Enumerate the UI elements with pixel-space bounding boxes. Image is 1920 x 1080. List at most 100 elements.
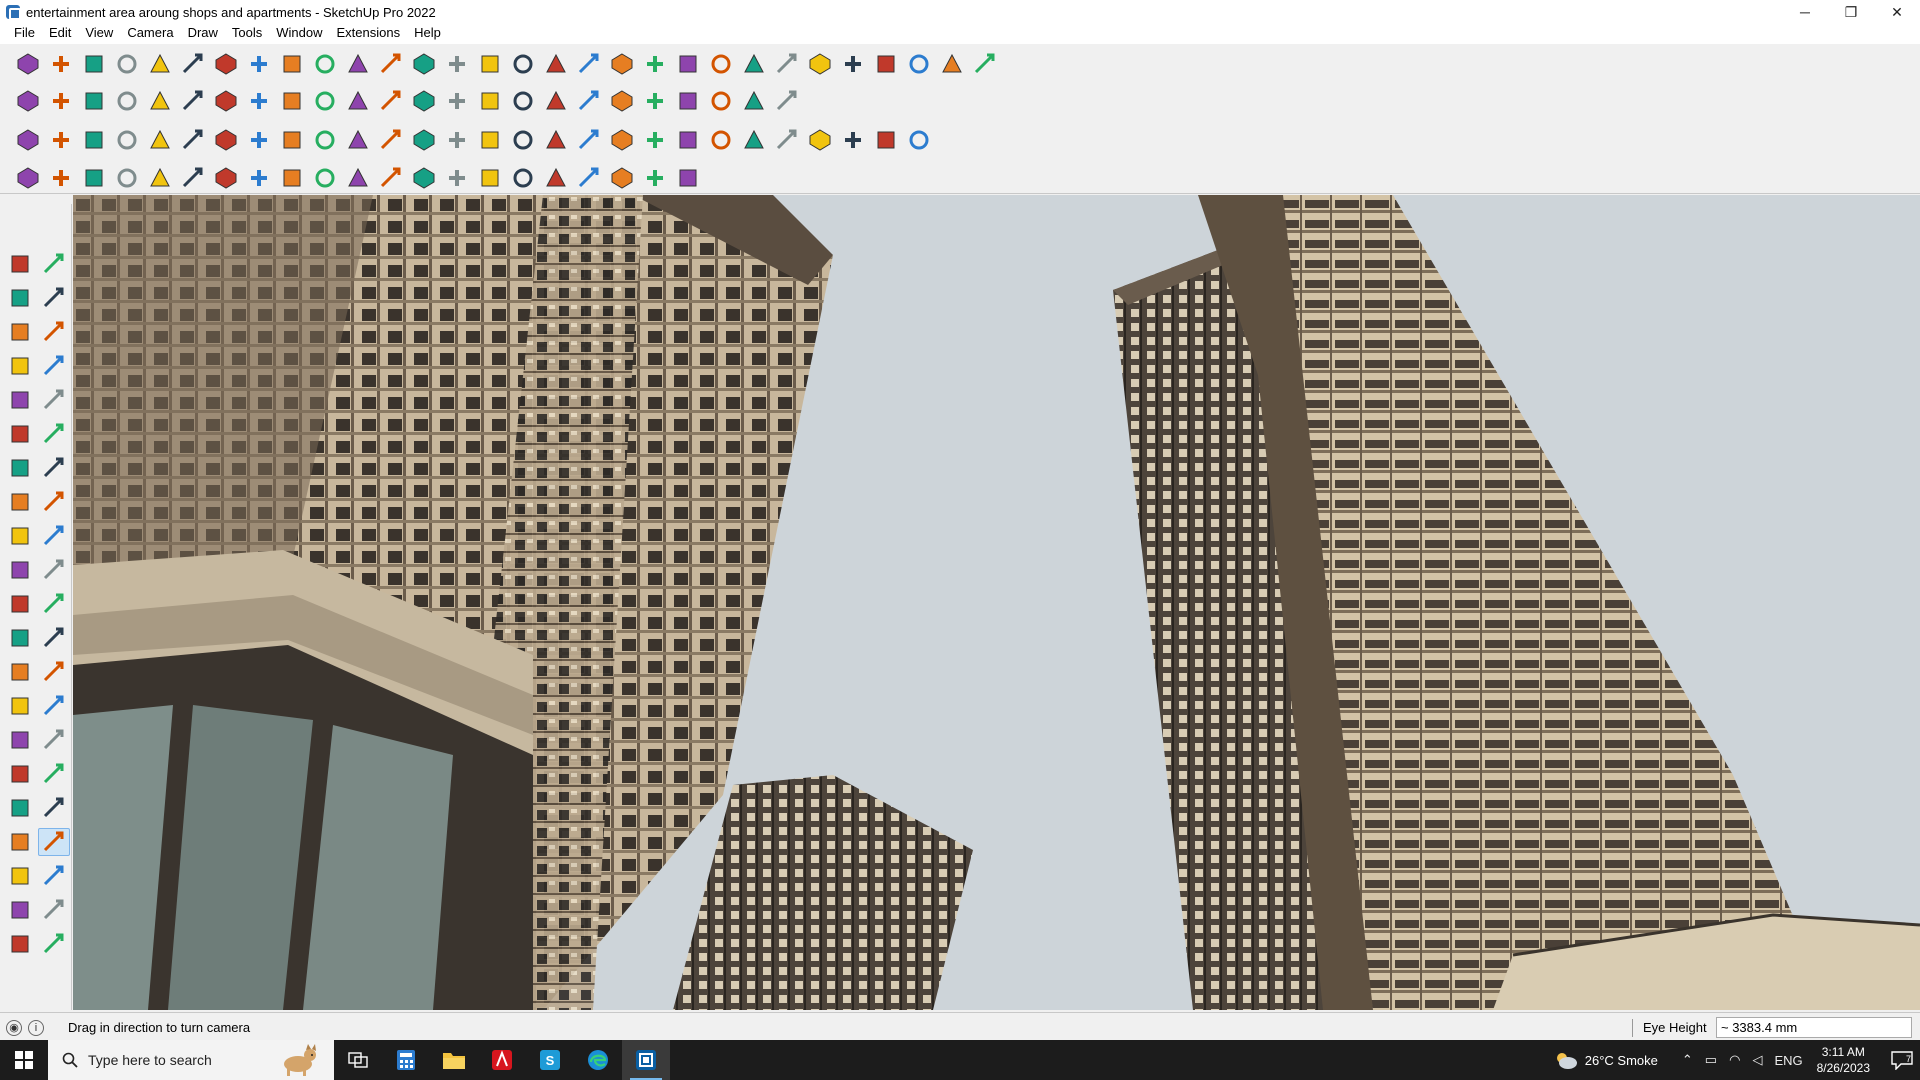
chevron-up-icon[interactable]: ⌃ [1682, 1052, 1693, 1068]
arc3-tool[interactable] [4, 488, 36, 516]
back-view-button[interactable] [146, 87, 174, 115]
layers-tool[interactable] [38, 930, 70, 958]
scale-button[interactable] [344, 50, 372, 78]
measurement-input[interactable]: ~ 3383.4 mm [1716, 1017, 1912, 1038]
zoom-extents-tool[interactable] [4, 794, 36, 822]
rotate-button[interactable] [311, 50, 339, 78]
shape-button[interactable] [179, 50, 207, 78]
globe-button[interactable] [212, 164, 240, 192]
door-button[interactable] [410, 164, 438, 192]
drop-button[interactable] [641, 126, 669, 154]
frame-button[interactable] [311, 126, 339, 154]
sandbox-button[interactable] [245, 87, 273, 115]
fan-button[interactable] [443, 164, 471, 192]
menu-view[interactable]: View [78, 22, 120, 44]
iso-view-button[interactable] [14, 87, 42, 115]
geo-location-icon[interactable]: ◉ [6, 1019, 22, 1036]
follow-me-button[interactable] [245, 50, 273, 78]
panel-button[interactable] [674, 164, 702, 192]
layer-yellow-button[interactable] [80, 126, 108, 154]
section-plane-button[interactable] [608, 50, 636, 78]
line-tool[interactable] [4, 352, 36, 380]
follow-me-tool[interactable] [38, 556, 70, 584]
flag-button[interactable] [839, 50, 867, 78]
send-button[interactable] [971, 50, 999, 78]
line-button[interactable] [113, 50, 141, 78]
taskbar-sketchup[interactable] [622, 1040, 670, 1080]
hatch-button[interactable] [278, 126, 306, 154]
menu-camera[interactable]: Camera [120, 22, 180, 44]
look-around-tool[interactable] [38, 828, 70, 856]
trellis-button[interactable] [575, 164, 603, 192]
fence-button[interactable] [476, 164, 504, 192]
circle-button[interactable] [542, 87, 570, 115]
rectangle-button[interactable] [575, 87, 603, 115]
grill-button[interactable] [509, 164, 537, 192]
scale-tool[interactable] [4, 590, 36, 618]
close-button[interactable]: ✕ [1874, 0, 1920, 24]
section-fill-tool[interactable] [4, 930, 36, 958]
layer-blue-button[interactable] [14, 126, 42, 154]
bridge-button[interactable] [410, 87, 438, 115]
parallelogram-button[interactable] [641, 87, 669, 115]
zoom-button[interactable] [542, 50, 570, 78]
railing-button[interactable] [278, 164, 306, 192]
loop-button[interactable] [674, 126, 702, 154]
component-tool[interactable] [4, 318, 36, 346]
taskbar-calculator[interactable] [382, 1040, 430, 1080]
polygon-button[interactable] [509, 87, 537, 115]
warehouse-button[interactable] [773, 50, 801, 78]
bucket-button[interactable] [80, 164, 108, 192]
info-icon[interactable]: i [28, 1019, 44, 1036]
taskbar-file-explorer[interactable] [430, 1040, 478, 1080]
layers-button[interactable] [674, 50, 702, 78]
notification-center[interactable]: 7 [1884, 1050, 1920, 1070]
tape-measure-tool[interactable] [4, 624, 36, 652]
extension-button[interactable] [806, 50, 834, 78]
paint-bucket-button[interactable] [443, 50, 471, 78]
array-button[interactable] [740, 126, 768, 154]
louvre-button[interactable] [542, 164, 570, 192]
protractor-tool[interactable] [4, 658, 36, 686]
wrench-button[interactable] [377, 126, 405, 154]
arrows-button[interactable] [872, 50, 900, 78]
language-indicator[interactable]: ENG [1774, 1053, 1802, 1068]
beam-button[interactable] [311, 164, 339, 192]
truss-button[interactable] [641, 164, 669, 192]
axes-tool[interactable] [4, 692, 36, 720]
arc-tool[interactable] [4, 454, 36, 482]
zoom-window-button[interactable] [575, 50, 603, 78]
puzzle-button[interactable] [707, 126, 735, 154]
mirror-button[interactable] [773, 126, 801, 154]
weather-widget[interactable]: 26°C Smoke [1553, 1050, 1658, 1070]
menu-extensions[interactable]: Extensions [330, 22, 408, 44]
previous-tool[interactable] [38, 794, 70, 822]
user-account-button[interactable] [740, 50, 768, 78]
text-button[interactable] [410, 50, 438, 78]
dimension-tool[interactable] [38, 624, 70, 652]
model-viewport[interactable] [73, 195, 1920, 1010]
bottom-view-button[interactable] [212, 87, 240, 115]
rotate-tool[interactable] [4, 556, 36, 584]
battery-icon[interactable]: ▭ [1705, 1052, 1717, 1068]
axis-button[interactable] [509, 126, 537, 154]
eraser-tool[interactable] [38, 284, 70, 312]
menu-help[interactable]: Help [407, 22, 448, 44]
select-tool[interactable] [4, 250, 36, 278]
curve-ed-button[interactable] [47, 164, 75, 192]
extend-button[interactable] [773, 87, 801, 115]
polygon-tool[interactable] [38, 420, 70, 448]
shield-button[interactable] [113, 164, 141, 192]
trim-button[interactable] [740, 87, 768, 115]
undo-arc-button[interactable] [212, 126, 240, 154]
pencil-button[interactable] [476, 87, 504, 115]
tag-tool[interactable] [38, 318, 70, 346]
minimize-button[interactable]: ─ [1782, 0, 1828, 24]
menu-file[interactable]: File [7, 22, 42, 44]
move-button[interactable] [278, 50, 306, 78]
menu-edit[interactable]: Edit [42, 22, 78, 44]
menu-draw[interactable]: Draw [181, 22, 225, 44]
menu-tools[interactable]: Tools [225, 22, 269, 44]
circle-tool[interactable] [4, 420, 36, 448]
ellipse-button[interactable] [608, 87, 636, 115]
